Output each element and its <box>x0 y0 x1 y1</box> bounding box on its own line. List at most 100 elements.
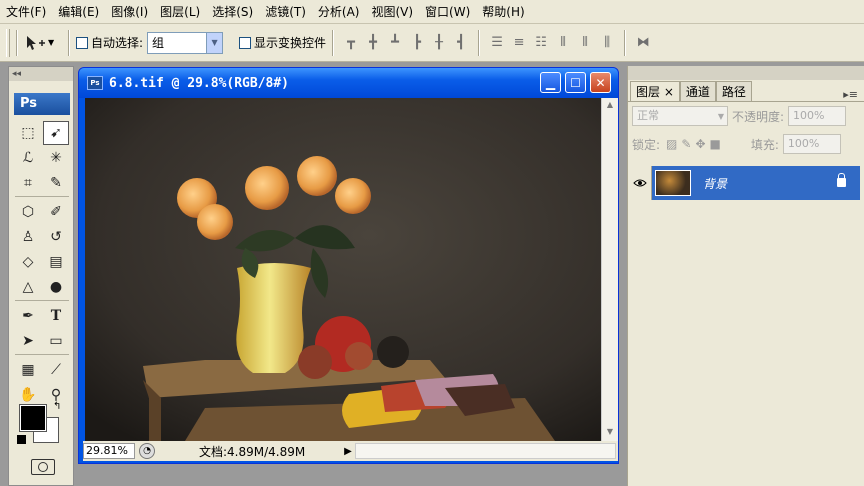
hand-tool-icon[interactable]: ✋ <box>15 383 41 407</box>
scroll-up-icon[interactable]: ▲ <box>604 100 616 112</box>
document-titlebar[interactable]: Ps 6.8.tif @ 29.8%(RGB/8#) ▁ ☐ ✕ <box>79 68 618 98</box>
scroll-down-icon[interactable]: ▼ <box>604 427 616 439</box>
lock-transparent-icon[interactable]: ▨ <box>666 137 677 151</box>
foreground-color-swatch[interactable] <box>19 404 47 432</box>
move-tool-preset-icon[interactable]: ▼ <box>24 34 62 52</box>
lock-icon <box>837 173 846 187</box>
minimize-button[interactable]: ▁ <box>540 72 561 93</box>
zoom-field[interactable]: 29.81% <box>83 443 135 459</box>
tab-channels[interactable]: 通道 <box>679 81 716 101</box>
fill-field[interactable]: 100% <box>782 134 841 154</box>
menu-file[interactable]: 文件(F) <box>0 3 52 20</box>
menu-layer[interactable]: 图层(L) <box>154 3 206 20</box>
dodge-tool-icon[interactable]: ● <box>43 275 69 299</box>
document-window: Ps 6.8.tif @ 29.8%(RGB/8#) ▁ ☐ ✕ ▲ ▼ 29.… <box>78 67 619 464</box>
eraser-tool-icon[interactable]: ◇ <box>15 250 41 274</box>
menu-view[interactable]: 视图(V) <box>365 3 419 20</box>
show-transform-checkbox[interactable] <box>239 36 252 49</box>
fill-label: 填充: <box>750 137 779 152</box>
ps-logo[interactable]: Ps <box>14 93 70 115</box>
still-life-photo <box>85 98 601 441</box>
path-selection-tool-icon[interactable]: ➤ <box>15 329 41 353</box>
lock-all-icon[interactable]: ■ <box>710 137 721 151</box>
menu-analysis[interactable]: 分析(A) <box>312 3 366 20</box>
tab-paths[interactable]: 路径 <box>715 81 752 101</box>
marquee-tool-icon[interactable]: ⬚ <box>15 121 41 145</box>
horizontal-scrollbar[interactable] <box>355 443 616 459</box>
quick-mask-icon[interactable] <box>31 459 55 475</box>
gradient-tool-icon[interactable]: ▤ <box>43 250 69 274</box>
vertical-scrollbar[interactable]: ▲ ▼ <box>601 98 618 441</box>
auto-select-dropdown[interactable]: 组 ▼ <box>147 31 224 54</box>
toolbox-header[interactable]: ◂◂ <box>9 67 73 81</box>
align-top-icon[interactable]: ┳ <box>340 32 362 54</box>
tab-layers[interactable]: 图层 × <box>630 81 680 101</box>
distribute-top-icon[interactable]: ☰ <box>486 32 508 54</box>
slice-tool-icon[interactable]: ✎ <box>43 171 69 195</box>
distribute-bottom-icon[interactable]: ☷ <box>530 32 552 54</box>
toolbar-grip[interactable] <box>6 28 10 57</box>
magic-wand-tool-icon[interactable]: ✳ <box>43 146 69 170</box>
chevron-down-icon: ▼ <box>206 32 223 53</box>
eyedropper-tool-icon[interactable]: ⟋ <box>43 358 69 382</box>
separator <box>624 29 627 56</box>
panel-header[interactable] <box>628 66 864 80</box>
history-brush-tool-icon[interactable]: ↺ <box>43 225 69 249</box>
type-tool-icon[interactable]: T <box>43 304 69 328</box>
brush-tool-icon[interactable]: ✐ <box>43 200 69 224</box>
distribute-vcenter-icon[interactable]: ≡ <box>508 32 530 54</box>
lasso-tool-icon[interactable]: ℒ <box>15 146 41 170</box>
blend-mode-dropdown[interactable]: 正常 ▼ <box>632 106 728 126</box>
image-canvas[interactable] <box>85 98 601 441</box>
menu-filter[interactable]: 滤镜(T) <box>259 3 312 20</box>
menu-window[interactable]: 窗口(W) <box>419 3 476 20</box>
align-left-icon[interactable]: ┣ <box>406 32 428 54</box>
clone-stamp-tool-icon[interactable]: ♙ <box>15 225 41 249</box>
auto-align-icon[interactable]: ⧓ <box>632 32 654 54</box>
toolbox: ◂◂ Ps ⬚ ➹ ℒ ✳ ⌗ ✎ ⬡ ✐ ♙ ↺ ◇ ▤ △ ● ✒ T ➤ … <box>8 66 74 486</box>
panel-menu-icon[interactable]: ▸≡ <box>843 88 858 101</box>
maximize-button[interactable]: ☐ <box>565 72 586 93</box>
menu-edit[interactable]: 编辑(E) <box>52 3 105 20</box>
opacity-field[interactable]: 100% <box>788 106 847 126</box>
auto-select-value: 组 <box>152 36 165 50</box>
show-transform-label: 显示变换控件 <box>254 36 327 50</box>
close-button[interactable]: ✕ <box>590 72 611 93</box>
crop-tool-icon[interactable]: ⌗ <box>15 171 41 195</box>
blend-mode-value: 正常 <box>637 109 659 122</box>
lock-paint-icon[interactable]: ✎ <box>681 137 691 151</box>
layer-selected[interactable]: 背景 <box>652 166 860 200</box>
distribute-left-icon[interactable]: ⫴ <box>552 32 574 54</box>
menu-help[interactable]: 帮助(H) <box>476 3 530 20</box>
separator <box>16 29 18 56</box>
notes-tool-icon[interactable]: ▦ <box>15 358 41 382</box>
panel-tabs: 图层 × 通道 路径 ▸≡ <box>628 80 864 102</box>
swap-colors-icon[interactable]: ↰ <box>53 401 61 412</box>
distribute-right-icon[interactable]: ⫼ <box>596 32 618 54</box>
align-bottom-icon[interactable]: ┻ <box>384 32 406 54</box>
pen-tool-icon[interactable]: ✒ <box>15 304 41 328</box>
move-tool-icon[interactable]: ➹ <box>43 121 69 145</box>
layer-name: 背景 <box>703 176 728 191</box>
status-options-icon[interactable]: ◔ <box>139 443 155 459</box>
align-vcenter-icon[interactable]: ╋ <box>362 32 384 54</box>
layer-row[interactable]: 背景 <box>628 166 860 200</box>
healing-brush-tool-icon[interactable]: ⬡ <box>15 200 41 224</box>
auto-select-checkbox[interactable] <box>76 36 88 49</box>
blur-tool-icon[interactable]: △ <box>15 275 41 299</box>
menu-image[interactable]: 图像(I) <box>105 3 154 20</box>
document-title: 6.8.tif @ 29.8%(RGB/8#) <box>109 75 290 91</box>
default-colors-icon[interactable] <box>17 435 26 444</box>
align-hcenter-icon[interactable]: ╂ <box>428 32 450 54</box>
document-size-info: 文档:4.89M/4.89M <box>199 444 306 459</box>
options-bar: ▼ 自动选择: 组 ▼ 显示变换控件 ┳ ╋ ┻ ┣ ╂ ┫ ☰ ≡ ☷ ⫴ ⦀… <box>0 24 864 62</box>
menu-select[interactable]: 选择(S) <box>206 3 259 20</box>
status-menu-arrow-icon[interactable]: ▶ <box>341 446 355 457</box>
visibility-eye-icon[interactable] <box>628 166 652 200</box>
distribute-hcenter-icon[interactable]: ⦀ <box>574 32 596 54</box>
shape-tool-icon[interactable]: ▭ <box>43 329 69 353</box>
lock-position-icon[interactable]: ✥ <box>695 137 705 151</box>
tool-divider <box>15 196 69 199</box>
chevron-down-icon: ▼ <box>717 112 724 121</box>
align-right-icon[interactable]: ┫ <box>450 32 472 54</box>
